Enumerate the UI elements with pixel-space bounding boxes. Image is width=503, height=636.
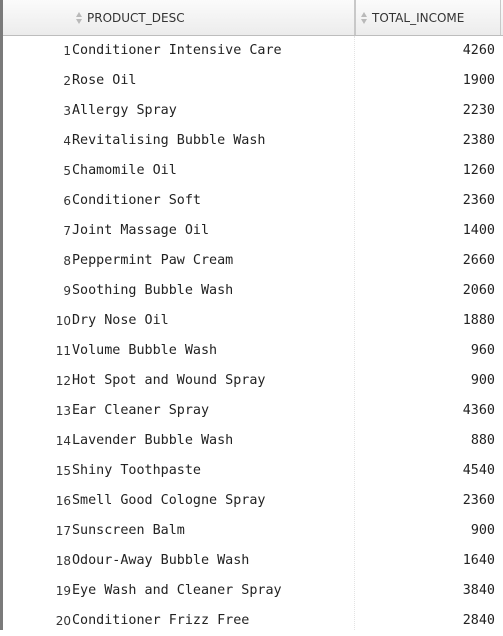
table-row[interactable]: 10 Dry Nose Oil 1880 — [3, 306, 503, 336]
cell-total-income[interactable]: 900 — [355, 366, 495, 396]
row-number[interactable]: 19 — [3, 576, 71, 606]
table-row[interactable]: 8 Peppermint Paw Cream 2660 — [3, 246, 503, 276]
cell-total-income[interactable]: 1900 — [355, 66, 495, 96]
cell-total-income[interactable]: 2060 — [355, 276, 495, 306]
column-header-product-desc[interactable]: PRODUCT_DESC — [71, 0, 355, 35]
cell-product-desc[interactable]: Revitalising Bubble Wash — [72, 126, 354, 156]
cell-total-income[interactable]: 2360 — [355, 486, 495, 516]
cell-total-income[interactable]: 3840 — [355, 576, 495, 606]
table-row[interactable]: 19 Eye Wash and Cleaner Spray 3840 — [3, 576, 503, 606]
cell-product-desc[interactable]: Rose Oil — [72, 66, 354, 96]
row-number[interactable]: 4 — [3, 126, 71, 156]
table-row[interactable]: 7 Joint Massage Oil 1400 — [3, 216, 503, 246]
cell-total-income[interactable]: 2840 — [355, 606, 495, 636]
cell-product-desc[interactable]: Joint Massage Oil — [72, 216, 354, 246]
cell-product-desc[interactable]: Hot Spot and Wound Spray — [72, 366, 354, 396]
grid-header: PRODUCT_DESC TOTAL_INCOME — [3, 0, 503, 36]
cell-total-income[interactable]: 880 — [355, 426, 495, 456]
cell-total-income[interactable]: 2380 — [355, 126, 495, 156]
cell-product-desc[interactable]: Lavender Bubble Wash — [72, 426, 354, 456]
table-row[interactable]: 15 Shiny Toothpaste 4540 — [3, 456, 503, 486]
column-header-label: PRODUCT_DESC — [87, 10, 185, 25]
cell-product-desc[interactable]: Smell Good Cologne Spray — [72, 486, 354, 516]
cell-total-income[interactable]: 4360 — [355, 396, 495, 426]
row-number[interactable]: 6 — [3, 186, 71, 216]
cell-product-desc[interactable]: Dry Nose Oil — [72, 306, 354, 336]
sort-icon[interactable] — [75, 11, 84, 25]
table-row[interactable]: 12 Hot Spot and Wound Spray 900 — [3, 366, 503, 396]
row-number[interactable]: 5 — [3, 156, 71, 186]
table-row[interactable]: 9 Soothing Bubble Wash 2060 — [3, 276, 503, 306]
table-row[interactable]: 13 Ear Cleaner Spray 4360 — [3, 396, 503, 426]
table-row[interactable]: 6 Conditioner Soft 2360 — [3, 186, 503, 216]
table-row[interactable]: 5 Chamomile Oil 1260 — [3, 156, 503, 186]
row-number[interactable]: 11 — [3, 336, 71, 366]
cell-total-income[interactable]: 4260 — [355, 36, 495, 66]
cell-product-desc[interactable]: Ear Cleaner Spray — [72, 396, 354, 426]
table-row[interactable]: 18 Odour-Away Bubble Wash 1640 — [3, 546, 503, 576]
row-number[interactable]: 1 — [3, 36, 71, 66]
table-row[interactable]: 17 Sunscreen Balm 900 — [3, 516, 503, 546]
row-number[interactable]: 17 — [3, 516, 71, 546]
cell-product-desc[interactable]: Odour-Away Bubble Wash — [72, 546, 354, 576]
table-row[interactable]: 11 Volume Bubble Wash 960 — [3, 336, 503, 366]
cell-product-desc[interactable]: Conditioner Intensive Care — [72, 36, 354, 66]
cell-product-desc[interactable]: Sunscreen Balm — [72, 516, 354, 546]
row-number[interactable]: 18 — [3, 546, 71, 576]
cell-product-desc[interactable]: Peppermint Paw Cream — [72, 246, 354, 276]
cell-product-desc[interactable]: Conditioner Soft — [72, 186, 354, 216]
row-number[interactable]: 14 — [3, 426, 71, 456]
row-number[interactable]: 3 — [3, 96, 71, 126]
cell-total-income[interactable]: 1880 — [355, 306, 495, 336]
row-number[interactable]: 2 — [3, 66, 71, 96]
cell-total-income[interactable]: 2360 — [355, 186, 495, 216]
cell-total-income[interactable]: 900 — [355, 516, 495, 546]
row-number[interactable]: 13 — [3, 396, 71, 426]
row-number[interactable]: 8 — [3, 246, 71, 276]
cell-product-desc[interactable]: Shiny Toothpaste — [72, 456, 354, 486]
cell-product-desc[interactable]: Chamomile Oil — [72, 156, 354, 186]
row-number[interactable]: 9 — [3, 276, 71, 306]
row-number[interactable]: 12 — [3, 366, 71, 396]
cell-product-desc[interactable]: Volume Bubble Wash — [72, 336, 354, 366]
table-row[interactable]: 16 Smell Good Cologne Spray 2360 — [3, 486, 503, 516]
cell-product-desc[interactable]: Allergy Spray — [72, 96, 354, 126]
results-grid: PRODUCT_DESC TOTAL_INCOME 1 Conditioner I… — [0, 0, 503, 630]
cell-product-desc[interactable]: Eye Wash and Cleaner Spray — [72, 576, 354, 606]
cell-total-income[interactable]: 1640 — [355, 546, 495, 576]
row-number[interactable]: 20 — [3, 606, 71, 636]
row-number[interactable]: 7 — [3, 216, 71, 246]
cell-product-desc[interactable]: Soothing Bubble Wash — [72, 276, 354, 306]
cell-product-desc[interactable]: Conditioner Frizz Free — [72, 606, 354, 636]
row-number-header[interactable] — [3, 0, 71, 35]
table-row[interactable]: 1 Conditioner Intensive Care 4260 — [3, 36, 503, 66]
row-number[interactable]: 15 — [3, 456, 71, 486]
row-number[interactable]: 10 — [3, 306, 71, 336]
column-header-label: TOTAL_INCOME — [372, 10, 465, 25]
cell-total-income[interactable]: 2660 — [355, 246, 495, 276]
table-row[interactable]: 4 Revitalising Bubble Wash 2380 — [3, 126, 503, 156]
table-row[interactable]: 2 Rose Oil 1900 — [3, 66, 503, 96]
table-row[interactable]: 20 Conditioner Frizz Free 2840 — [3, 606, 503, 636]
cell-total-income[interactable]: 4540 — [355, 456, 495, 486]
cell-total-income[interactable]: 1260 — [355, 156, 495, 186]
cell-total-income[interactable]: 1400 — [355, 216, 495, 246]
column-header-total-income[interactable]: TOTAL_INCOME — [355, 0, 501, 35]
cell-total-income[interactable]: 2230 — [355, 96, 495, 126]
table-row[interactable]: 14 Lavender Bubble Wash 880 — [3, 426, 503, 456]
table-row[interactable]: 3 Allergy Spray 2230 — [3, 96, 503, 126]
grid-body: 1 Conditioner Intensive Care 4260 2 Rose Oil… — [3, 36, 503, 636]
cell-total-income[interactable]: 960 — [355, 336, 495, 366]
sort-icon[interactable] — [360, 11, 369, 25]
row-number[interactable]: 16 — [3, 486, 71, 516]
